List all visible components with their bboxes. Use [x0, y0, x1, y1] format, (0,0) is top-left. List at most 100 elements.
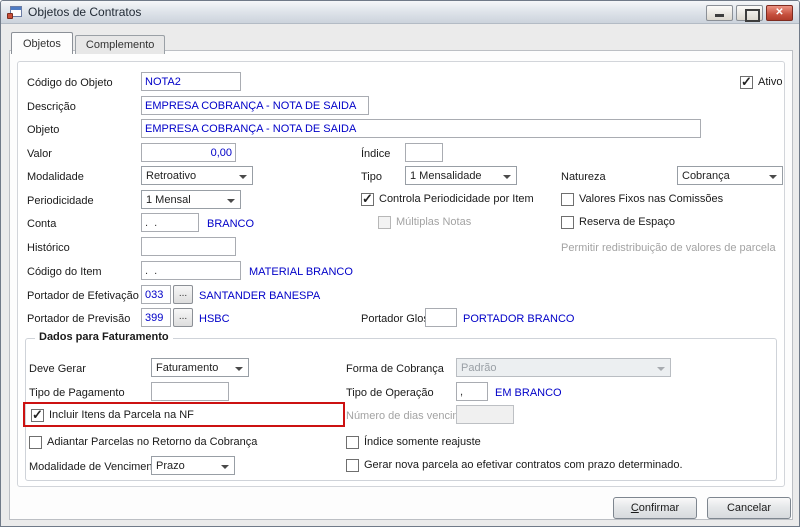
portador-previsao-input[interactable] [141, 308, 171, 327]
faturamento-group-title: Dados para Faturamento [35, 331, 173, 343]
forma-cobranca-value: Padrão [461, 361, 497, 374]
cancelar-button[interactable]: Cancelar [707, 497, 791, 519]
modalidade-vencimento-label: Modalidade de Vencimento [29, 461, 162, 473]
modalidade-label: Modalidade [27, 171, 84, 183]
chevron-down-icon [769, 175, 777, 183]
periodicidade-value: 1 Mensal [146, 193, 191, 206]
chevron-down-icon [235, 367, 243, 375]
window-controls [706, 5, 793, 22]
portador-previsao-label: Portador de Previsão [27, 313, 131, 325]
tab-complemento[interactable]: Complemento [74, 35, 166, 54]
portador-previsao-ref: HSBC [199, 313, 230, 325]
tipo-select[interactable]: 1 Mensalidade [405, 166, 517, 185]
ativo-checkbox[interactable]: Ativo [740, 74, 782, 90]
chevron-down-icon [657, 367, 665, 375]
periodicidade-label: Periodicidade [27, 195, 94, 207]
tipo-operacao-label: Tipo de Operação [346, 387, 434, 399]
minimize-icon[interactable] [706, 5, 733, 21]
multiplas-notas-checkbox: Múltiplas Notas [378, 214, 471, 230]
app-icon [7, 5, 22, 19]
historico-label: Histórico [27, 242, 70, 254]
chevron-down-icon [227, 199, 235, 207]
portador-previsao-lookup-button[interactable]: ... [173, 308, 193, 327]
checkbox-box [31, 407, 44, 423]
deve-gerar-label: Deve Gerar [29, 363, 86, 375]
natureza-label: Natureza [561, 171, 606, 183]
indice-label: Índice [361, 148, 391, 160]
tipo-operacao-ref: EM BRANCO [495, 387, 562, 399]
maximize-icon[interactable] [736, 5, 763, 22]
descricao-label: Descrição [27, 101, 76, 113]
valores-fixos-checkbox[interactable]: Valores Fixos nas Comissões [561, 191, 723, 207]
portador-glosa-input[interactable] [425, 308, 457, 327]
portador-efetivacao-ref: SANTANDER BANESPA [199, 290, 321, 302]
forma-cobranca-label: Forma de Cobrança [346, 363, 444, 375]
portador-efetivacao-lookup-button[interactable]: ... [173, 285, 193, 304]
confirmar-button[interactable]: Confirmar [613, 497, 697, 519]
checkbox-box [561, 192, 574, 206]
modalidade-value: Retroativo [146, 169, 197, 182]
gerar-nova-parcela-checkbox[interactable]: Gerar nova parcela ao efetivar contratos… [346, 457, 683, 473]
checkbox-box [740, 74, 753, 90]
codigo-item-input[interactable] [141, 261, 241, 280]
chevron-down-icon [221, 465, 229, 473]
checkbox-box [561, 215, 574, 229]
forma-cobranca-select: Padrão [456, 358, 671, 377]
title-bar: Objetos de Contratos [1, 1, 799, 24]
codigo-objeto-input[interactable] [141, 72, 241, 91]
controla-periodicidade-label: Controla Periodicidade por Item [379, 193, 534, 205]
modalidade-vencimento-select[interactable]: Prazo [151, 456, 235, 475]
portador-efetivacao-input[interactable] [141, 285, 171, 304]
portador-efetivacao-label: Portador de Efetivação [27, 290, 139, 302]
valor-label: Valor [27, 148, 52, 160]
historico-input[interactable] [141, 237, 236, 256]
descricao-input[interactable] [141, 96, 369, 115]
tipo-value: 1 Mensalidade [410, 169, 482, 182]
valores-fixos-label: Valores Fixos nas Comissões [579, 193, 724, 205]
deve-gerar-select[interactable]: Faturamento [151, 358, 249, 377]
indice-reajuste-checkbox[interactable]: Índice somente reajuste [346, 434, 481, 450]
checkbox-box [346, 458, 359, 472]
adiantar-parcelas-label: Adiantar Parcelas no Retorno da Cobrança [47, 436, 258, 448]
conta-input[interactable] [141, 213, 199, 232]
controla-periodicidade-checkbox[interactable]: Controla Periodicidade por Item [361, 191, 534, 207]
incluir-itens-label: Incluir Itens da Parcela na NF [49, 409, 194, 421]
objeto-input[interactable] [141, 119, 701, 138]
tipo-pagamento-input[interactable] [151, 382, 229, 401]
tipo-pagamento-label: Tipo de Pagamento [29, 387, 125, 399]
indice-input[interactable] [405, 143, 443, 162]
tipo-operacao-input[interactable] [456, 382, 488, 401]
portador-glosa-ref: PORTADOR BRANCO [463, 313, 575, 325]
conta-ref: BRANCO [207, 218, 255, 230]
tipo-label: Tipo [361, 171, 382, 183]
checkbox-box [346, 435, 359, 449]
portador-glosa-label: Portador Glosa [361, 313, 435, 325]
codigo-item-ref: MATERIAL BRANCO [249, 266, 353, 278]
reserva-espaco-label: Reserva de Espaço [579, 216, 675, 228]
numero-dias-input [456, 405, 514, 424]
codigo-objeto-label: Código do Objeto [27, 77, 113, 89]
natureza-value: Cobrança [682, 169, 730, 182]
indice-reajuste-label: Índice somente reajuste [364, 436, 481, 448]
codigo-item-label: Código do Item [27, 266, 102, 278]
ativo-label: Ativo [758, 76, 783, 88]
reserva-espaco-checkbox[interactable]: Reserva de Espaço [561, 214, 675, 230]
checkbox-box [361, 191, 374, 207]
incluir-itens-checkbox[interactable]: Incluir Itens da Parcela na NF [31, 407, 194, 423]
chevron-down-icon [239, 175, 247, 183]
modalidade-select[interactable]: Retroativo [141, 166, 253, 185]
tab-objetos[interactable]: Objetos [11, 32, 73, 54]
natureza-select[interactable]: Cobrança [677, 166, 783, 185]
chevron-down-icon [503, 175, 511, 183]
checkbox-box [378, 215, 391, 229]
close-icon[interactable] [766, 5, 793, 21]
objeto-label: Objeto [27, 124, 60, 136]
adiantar-parcelas-checkbox[interactable]: Adiantar Parcelas no Retorno da Cobrança [29, 434, 257, 450]
periodicidade-select[interactable]: 1 Mensal [141, 190, 241, 209]
checkbox-box [29, 435, 42, 449]
tab-strip: Objetos Complemento [11, 32, 167, 54]
modalidade-vencimento-value: Prazo [156, 459, 185, 472]
permitir-redistribuicao-label: Permitir redistribuição de valores de pa… [561, 242, 776, 254]
gerar-nova-parcela-label: Gerar nova parcela ao efetivar contratos… [364, 459, 683, 471]
valor-input[interactable] [141, 143, 236, 162]
